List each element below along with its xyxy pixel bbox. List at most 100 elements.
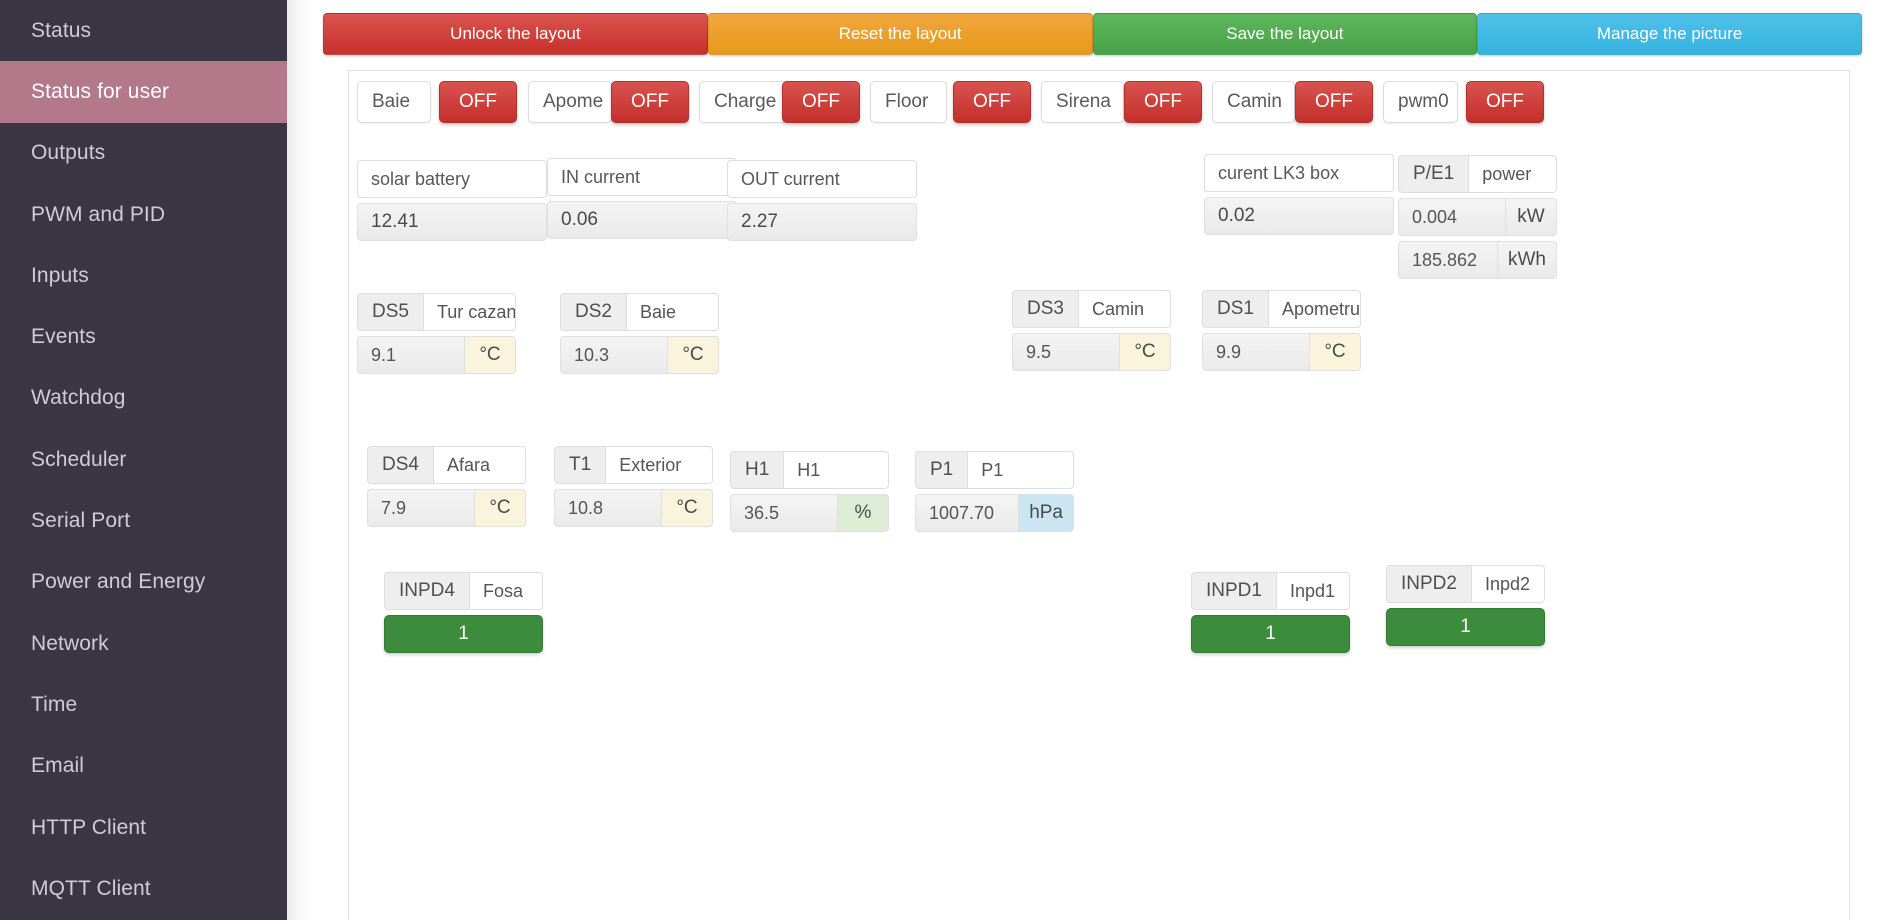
sidebar-item-events[interactable]: Events (0, 306, 287, 367)
power-meter-header[interactable]: P/E1 power (1398, 155, 1557, 193)
digital-input-state-inpd2[interactable]: 1 (1386, 608, 1545, 646)
power-meter-power-unit: kW (1505, 198, 1557, 236)
sensor-tag: DS4 (367, 446, 433, 484)
output-toggle-baie[interactable]: OFF (439, 81, 517, 123)
output-toggle-floor[interactable]: OFF (953, 81, 1031, 123)
sidebar-item-watchdog[interactable]: Watchdog (0, 368, 287, 429)
sensor-name: Camin (1077, 290, 1171, 328)
reset-layout-button[interactable]: Reset the layout (707, 13, 1093, 55)
output-name-apome[interactable]: Apome (528, 81, 612, 123)
sidebar-item-mqtt-client[interactable]: MQTT Client (0, 858, 287, 919)
sensor-name: Baie (625, 293, 719, 331)
sensor-tag: P1 (915, 451, 968, 489)
sensor-header-p1[interactable]: P1 P1 (915, 451, 1074, 489)
sensor-value: 10.3 (560, 336, 667, 374)
analog-label-solar-battery[interactable]: solar battery (357, 160, 547, 198)
sidebar-item-label: Network (31, 631, 109, 655)
output-toggle-camin[interactable]: OFF (1295, 81, 1373, 123)
analog-label-out-current[interactable]: OUT current (727, 160, 917, 198)
output-toggle-apome[interactable]: OFF (611, 81, 689, 123)
sidebar-item-label: Time (31, 692, 78, 716)
sensor-name: Apometru (1267, 290, 1361, 328)
sidebar-item-label: MQTT Client (31, 876, 151, 900)
sensor-header-h1[interactable]: H1 H1 (730, 451, 889, 489)
sensor-value: 1007.70 (915, 494, 1019, 532)
sidebar-item-status[interactable]: Status (0, 0, 287, 61)
save-layout-button[interactable]: Save the layout (1092, 13, 1478, 55)
sidebar-item-serial-port[interactable]: Serial Port (0, 490, 287, 551)
output-name-label: Charge (714, 91, 777, 112)
sensor-header-ds3[interactable]: DS3 Camin (1012, 290, 1171, 328)
sidebar-item-time[interactable]: Time (0, 674, 287, 735)
output-name-label: pwm0 (1398, 91, 1449, 112)
sensor-value: 7.9 (367, 489, 474, 527)
sensor-reading-p1: 1007.70 hPa (915, 494, 1074, 532)
sensor-unit: °C (667, 336, 719, 374)
sensor-tag: DS5 (357, 293, 423, 331)
sensor-reading-ds1: 9.9 °C (1202, 333, 1361, 371)
output-name-baie[interactable]: Baie (357, 81, 431, 123)
digital-input-header-inpd4[interactable]: INPD4 Fosa (384, 572, 543, 610)
power-meter-name: power (1468, 155, 1557, 193)
output-name-sirena[interactable]: Sirena (1041, 81, 1124, 123)
sidebar-item-network[interactable]: Network (0, 613, 287, 674)
sensor-reading-ds2: 10.3 °C (560, 336, 719, 374)
output-name-label: Floor (885, 91, 929, 112)
digital-input-tag: INPD1 (1191, 572, 1276, 610)
output-name-charge[interactable]: Charge (699, 81, 788, 123)
analog-value-in-current: 0.06 (547, 201, 737, 239)
analog-label-curent-lk3-box[interactable]: curent LK3 box (1204, 154, 1394, 192)
output-name-label: Apome (543, 91, 604, 112)
sidebar-item-http-client[interactable]: HTTP Client (0, 797, 287, 858)
sensor-header-ds1[interactable]: DS1 Apometru (1202, 290, 1361, 328)
sidebar-item-label: Power and Energy (31, 570, 206, 594)
sensor-header-t1[interactable]: T1 Exterior (554, 446, 713, 484)
sidebar-item-status-for-user[interactable]: Status for user (0, 61, 287, 123)
sidebar-item-inputs[interactable]: Inputs (0, 245, 287, 306)
sidebar-item-email[interactable]: Email (0, 736, 287, 797)
analog-label-text: curent LK3 box (1218, 162, 1340, 183)
power-meter-tag: P/E1 (1398, 155, 1469, 193)
digital-input-state-label: 1 (458, 623, 469, 644)
output-name-label: Baie (372, 91, 411, 112)
output-toggle-sirena[interactable]: OFF (1124, 81, 1202, 123)
sensor-name: H1 (783, 451, 889, 489)
sidebar-item-outputs[interactable]: Outputs (0, 123, 287, 184)
sidebar-item-label: Email (31, 754, 85, 778)
sensor-value: 10.8 (554, 489, 661, 527)
output-name-pwm0[interactable]: pwm0 (1383, 81, 1458, 123)
unlock-layout-button[interactable]: Unlock the layout (323, 13, 708, 55)
sensor-reading-ds4: 7.9 °C (367, 489, 526, 527)
sensor-header-ds2[interactable]: DS2 Baie (560, 293, 719, 331)
sidebar-item-power-and-energy[interactable]: Power and Energy (0, 552, 287, 613)
sensor-unit: % (837, 494, 889, 532)
output-toggle-charge[interactable]: OFF (782, 81, 860, 123)
sensor-header-ds4[interactable]: DS4 Afara (367, 446, 526, 484)
sensor-header-ds5[interactable]: DS5 Tur cazan (357, 293, 516, 331)
sensor-tag: T1 (554, 446, 606, 484)
output-name-camin[interactable]: Camin (1212, 81, 1295, 123)
digital-input-state-inpd1[interactable]: 1 (1191, 615, 1350, 653)
sidebar-item-pwm-and-pid[interactable]: PWM and PID (0, 184, 287, 245)
sensor-name: Afara (432, 446, 526, 484)
output-name-floor[interactable]: Floor (870, 81, 947, 123)
manage-picture-button[interactable]: Manage the picture (1477, 13, 1862, 55)
digital-input-state-inpd4[interactable]: 1 (384, 615, 543, 653)
sensor-unit: °C (661, 489, 713, 527)
output-state-label: OFF (1486, 91, 1524, 112)
analog-label-in-current[interactable]: IN current (547, 158, 737, 196)
output-state-label: OFF (459, 91, 497, 112)
output-toggle-pwm0[interactable]: OFF (1466, 81, 1544, 123)
digital-input-tag: INPD4 (384, 572, 469, 610)
power-meter-energy-row: 185.862 kWh (1398, 241, 1557, 279)
save-layout-label: Save the layout (1226, 24, 1344, 43)
digital-input-header-inpd2[interactable]: INPD2 Inpd2 (1386, 565, 1545, 603)
digital-input-header-inpd1[interactable]: INPD1 Inpd1 (1191, 572, 1350, 610)
digital-input-name: Fosa (468, 572, 543, 610)
sidebar-item-scheduler[interactable]: Scheduler (0, 429, 287, 490)
digital-input-name: Inpd2 (1470, 565, 1545, 603)
manage-picture-label: Manage the picture (1596, 24, 1743, 43)
analog-value-text: 2.27 (741, 211, 778, 232)
analog-value-solar-battery: 12.41 (357, 203, 547, 241)
analog-label-text: IN current (561, 166, 641, 187)
